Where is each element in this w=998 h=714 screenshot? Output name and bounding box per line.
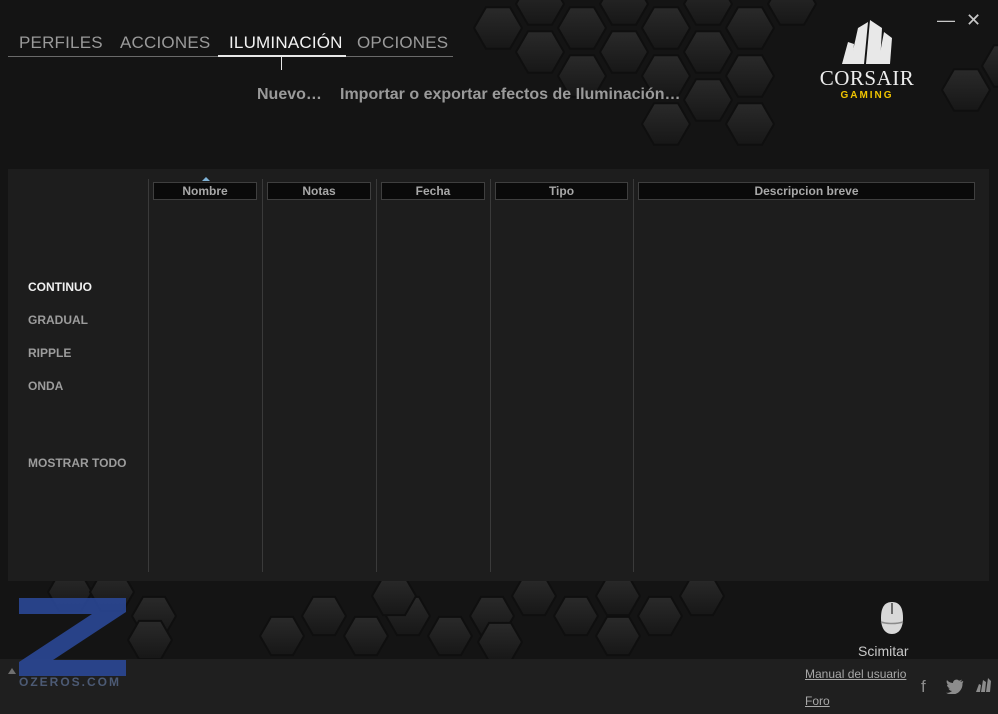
hexagon-decor bbox=[598, 0, 650, 26]
hexagon-decor bbox=[636, 595, 684, 637]
hexagon-decor bbox=[594, 615, 642, 657]
hexagon-decor bbox=[594, 575, 642, 617]
hexagon-decor bbox=[300, 595, 348, 637]
hexagon-decor bbox=[514, 0, 566, 26]
tab-opciones[interactable]: OPCIONES bbox=[357, 33, 448, 53]
hexagon-decor bbox=[552, 595, 600, 637]
lighting-library-panel: CONTINUO GRADUAL RIPPLE ONDA MOSTRAR TOD… bbox=[8, 169, 989, 581]
hexagon-decor bbox=[940, 68, 992, 112]
expand-arrow-icon[interactable] bbox=[8, 668, 16, 674]
hexagon-decor bbox=[472, 6, 524, 50]
column-separator bbox=[376, 179, 377, 572]
hexagon-decor bbox=[766, 0, 818, 26]
hexagon-decor bbox=[682, 30, 734, 74]
facebook-icon[interactable]: f bbox=[921, 677, 926, 697]
hexagon-decor bbox=[598, 30, 650, 74]
user-manual-link[interactable]: Manual del usuario bbox=[805, 667, 906, 681]
twitter-icon[interactable] bbox=[946, 679, 964, 694]
category-ripple[interactable]: RIPPLE bbox=[28, 346, 71, 360]
minimize-button[interactable]: — bbox=[937, 10, 955, 31]
import-export-link[interactable]: Importar o exportar efectos de Iluminaci… bbox=[340, 86, 681, 104]
active-tab-indicator bbox=[218, 55, 346, 57]
watermark-text: OZEROS.COM bbox=[19, 675, 122, 689]
category-continuo[interactable]: CONTINUO bbox=[28, 280, 92, 294]
sails-icon bbox=[842, 20, 892, 64]
column-separator bbox=[633, 179, 634, 572]
watermark-logo bbox=[19, 598, 126, 676]
hexagon-decor bbox=[342, 615, 390, 657]
forum-link[interactable]: Foro bbox=[805, 694, 830, 708]
column-header-fecha[interactable]: Fecha bbox=[381, 182, 485, 200]
sort-ascending-icon bbox=[202, 177, 210, 181]
column-separator bbox=[148, 179, 149, 572]
column-header-tipo[interactable]: Tipo bbox=[495, 182, 628, 200]
hexagon-decor bbox=[476, 621, 524, 663]
hexagon-decor bbox=[678, 575, 726, 617]
category-gradual[interactable]: GRADUAL bbox=[28, 313, 88, 327]
column-header-descripcion[interactable]: Descripcion breve bbox=[638, 182, 975, 200]
hexagon-decor bbox=[370, 575, 418, 617]
hexagon-decor bbox=[724, 6, 776, 50]
column-separator bbox=[262, 179, 263, 572]
corsair-icon[interactable] bbox=[974, 677, 994, 693]
new-effect-link[interactable]: Nuevo… bbox=[257, 86, 322, 104]
category-mostrar-todo[interactable]: MOSTRAR TODO bbox=[28, 456, 126, 470]
hexagon-decor bbox=[640, 6, 692, 50]
close-button[interactable]: ✕ bbox=[966, 10, 981, 31]
brand-name: CORSAIR bbox=[819, 66, 915, 90]
hexagon-decor bbox=[126, 619, 174, 661]
active-tab-notch bbox=[281, 57, 282, 70]
hexagon-decor bbox=[724, 54, 776, 98]
column-separator bbox=[490, 179, 491, 572]
hexagon-decor bbox=[556, 6, 608, 50]
hexagon-decor bbox=[640, 102, 692, 146]
tab-perfiles[interactable]: PERFILES bbox=[19, 33, 103, 53]
brand-sub: GAMING bbox=[840, 90, 894, 101]
device-selector[interactable] bbox=[858, 600, 914, 641]
hexagon-decor bbox=[682, 0, 734, 26]
hexagon-decor bbox=[514, 30, 566, 74]
column-header-nombre[interactable]: Nombre bbox=[153, 182, 257, 200]
hexagon-decor bbox=[682, 78, 734, 122]
category-onda[interactable]: ONDA bbox=[28, 379, 63, 393]
hexagon-decor bbox=[258, 615, 306, 657]
corsair-logo: CORSAIR GAMING bbox=[812, 18, 922, 102]
column-header-notas[interactable]: Notas bbox=[267, 182, 371, 200]
hexagon-decor bbox=[510, 575, 558, 617]
main-tabs: PERFILES ACCIONES ILUMINACIÓN OPCIONES bbox=[8, 30, 453, 70]
hexagon-decor bbox=[426, 615, 474, 657]
tab-iluminacion[interactable]: ILUMINACIÓN bbox=[229, 33, 343, 53]
tab-acciones[interactable]: ACCIONES bbox=[120, 33, 210, 53]
hexagon-decor bbox=[724, 102, 776, 146]
device-name-label[interactable]: Scimitar bbox=[858, 643, 909, 659]
mouse-icon bbox=[880, 602, 904, 634]
